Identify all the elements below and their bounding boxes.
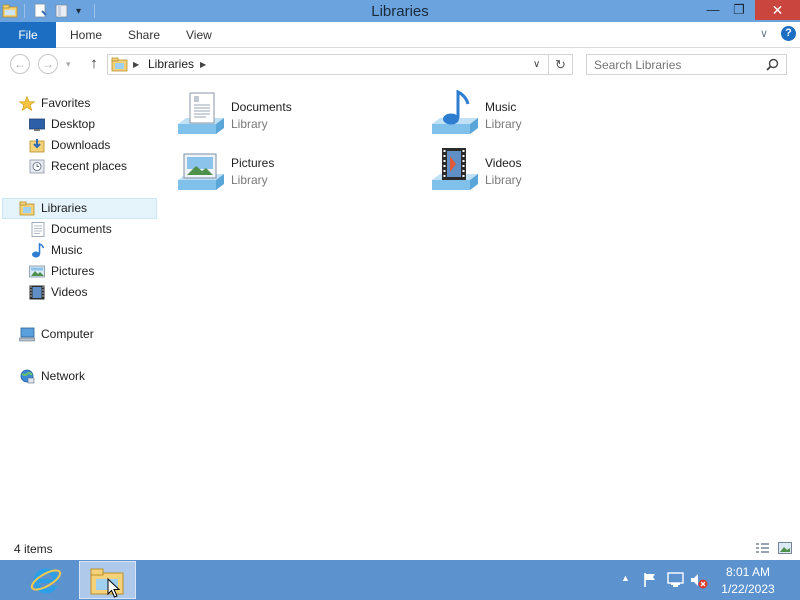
folder-icon[interactable] <box>2 3 18 19</box>
nav-item-downloads[interactable]: Downloads <box>28 135 156 156</box>
tile-subtitle: Library <box>231 173 268 187</box>
qat-separator <box>24 4 25 18</box>
tab-home[interactable]: Home <box>70 22 102 48</box>
clock-time[interactable]: 8:01 AM <box>713 565 783 579</box>
music-library-icon <box>432 90 478 134</box>
nav-label: Libraries <box>41 201 88 215</box>
expand-ribbon-icon[interactable]: ∨ <box>760 27 774 41</box>
show-hidden-icons-icon[interactable]: ▲ <box>621 573 630 583</box>
breadcrumb-chevron-icon[interactable]: ▶ <box>133 57 139 72</box>
music-icon <box>32 243 45 258</box>
refresh-button[interactable]: ↻ <box>549 54 573 75</box>
nav-label: Downloads <box>51 138 111 152</box>
clock-date[interactable]: 1/22/2023 <box>713 582 783 596</box>
forward-button[interactable]: → <box>38 54 58 74</box>
tile-subtitle: Library <box>231 117 268 131</box>
documents-icon <box>31 222 45 237</box>
address-dropdown-icon[interactable]: ∨ <box>533 57 540 72</box>
details-view-icon[interactable] <box>755 542 770 554</box>
volume-muted-icon[interactable] <box>690 572 708 589</box>
libraries-icon <box>19 201 35 216</box>
restore-button[interactable]: ❐ <box>726 0 752 20</box>
breadcrumb-libraries[interactable]: Libraries <box>148 57 194 72</box>
tile-title: Music <box>485 100 517 114</box>
downloads-icon <box>29 139 45 153</box>
tile-subtitle: Library <box>485 117 522 131</box>
back-button[interactable]: ← <box>10 54 30 74</box>
library-tile-music[interactable]: Music Library <box>430 90 630 140</box>
nav-item-pictures[interactable]: Pictures <box>28 261 156 282</box>
close-button[interactable]: ✕ <box>755 0 800 20</box>
recent-locations-icon[interactable]: ▾ <box>66 57 76 71</box>
nav-computer[interactable]: Computer <box>18 324 156 345</box>
minimize-button[interactable]: — <box>700 0 726 20</box>
mouse-cursor-icon <box>107 578 120 598</box>
pictures-library-icon <box>178 153 224 190</box>
new-folder-icon[interactable] <box>55 3 69 19</box>
documents-library-icon <box>178 92 224 134</box>
libraries-icon <box>111 57 128 72</box>
nav-label: Network <box>41 369 86 383</box>
library-tile-documents[interactable]: Documents Library <box>176 90 376 140</box>
nav-label: Computer <box>41 327 94 341</box>
internet-explorer-icon[interactable] <box>29 563 63 597</box>
up-button[interactable]: ↑ <box>86 54 102 74</box>
qat-separator <box>94 4 95 18</box>
library-tile-pictures[interactable]: Pictures Library <box>176 146 376 196</box>
desktop-icon <box>29 118 45 131</box>
nav-label: Recent places <box>51 159 128 173</box>
tile-title: Documents <box>231 100 292 114</box>
nav-item-documents[interactable]: Documents <box>28 219 156 240</box>
videos-library-icon <box>432 148 478 190</box>
star-icon <box>19 96 35 111</box>
nav-libraries[interactable]: Libraries <box>2 198 157 219</box>
tile-title: Pictures <box>231 156 275 170</box>
breadcrumb-chevron-icon[interactable]: ▶ <box>200 57 206 72</box>
network-icon <box>20 369 35 384</box>
recent-places-icon <box>29 159 45 174</box>
nav-item-recent-places[interactable]: Recent places <box>28 156 156 177</box>
window-title: Libraries <box>371 3 429 20</box>
tab-view[interactable]: View <box>186 22 212 48</box>
nav-network[interactable]: Network <box>18 366 156 387</box>
videos-icon <box>29 285 45 300</box>
network-status-icon[interactable] <box>667 572 684 588</box>
properties-icon[interactable] <box>34 3 48 19</box>
nav-label: Documents <box>51 222 112 236</box>
search-input[interactable] <box>594 56 764 73</box>
ribbon-tab-strip <box>0 22 800 48</box>
nav-item-desktop[interactable]: Desktop <box>28 114 156 135</box>
library-tile-videos[interactable]: Videos Library <box>430 146 630 196</box>
computer-icon <box>19 327 35 342</box>
large-icons-view-icon[interactable] <box>778 542 792 554</box>
nav-label: Pictures <box>51 264 95 278</box>
nav-item-videos[interactable]: Videos <box>28 282 156 303</box>
status-item-count: 4 items <box>14 542 53 556</box>
search-icon[interactable] <box>766 58 779 71</box>
tab-file[interactable]: File <box>0 22 56 48</box>
tab-share[interactable]: Share <box>128 22 160 48</box>
nav-favorites[interactable]: Favorites <box>18 93 156 114</box>
nav-label: Music <box>51 243 83 257</box>
nav-label: Videos <box>51 285 88 299</box>
pictures-icon <box>29 265 45 278</box>
action-center-flag-icon[interactable] <box>642 572 658 588</box>
nav-item-music[interactable]: Music <box>28 240 156 261</box>
tile-subtitle: Library <box>485 173 522 187</box>
nav-label: Desktop <box>51 117 96 131</box>
help-icon[interactable]: ? <box>781 26 796 41</box>
nav-label: Favorites <box>41 96 91 110</box>
qat-dropdown-icon[interactable]: ▾ <box>76 4 86 18</box>
tile-title: Videos <box>485 156 522 170</box>
